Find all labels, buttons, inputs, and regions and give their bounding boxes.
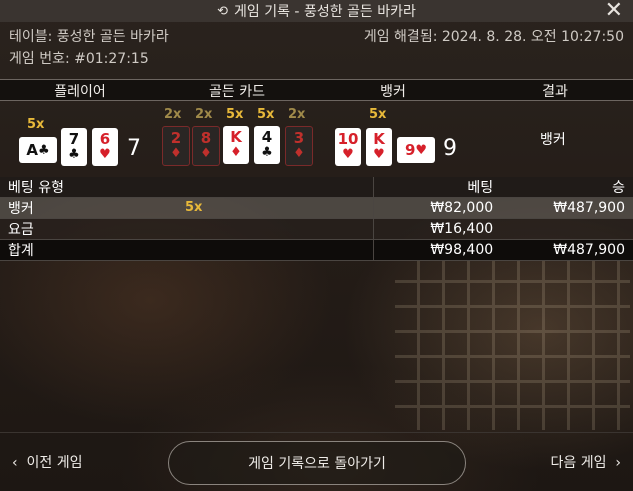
golden-multiplier-4: 5x bbox=[257, 107, 275, 122]
player-card-2: 7 ♣ bbox=[61, 128, 87, 166]
card-rank: K bbox=[230, 128, 242, 146]
bet-type-header: 베팅 유형 bbox=[0, 177, 374, 198]
card-rank: 8 bbox=[200, 129, 212, 147]
close-icon[interactable]: ✕ bbox=[605, 0, 623, 23]
card-suit: ♦ bbox=[230, 145, 242, 160]
golden-multiplier-3: 5x bbox=[226, 107, 244, 122]
bet-type-cell: 합계 bbox=[0, 239, 374, 261]
player-multiplier: 5x bbox=[27, 117, 45, 132]
table-row-total: 합계 ₩98,400 ₩487,900 bbox=[0, 239, 633, 261]
cards-row: 5x A ♣ 7 ♣ 6 ♥ 7 2x 2 ♦ 2x 8 ♦ 5x K ♦ 5x 4 ♣ 2x… bbox=[0, 102, 633, 174]
card-suit: ♦ bbox=[200, 146, 212, 161]
card-suit: ♥ bbox=[99, 147, 111, 162]
window-title: 게임 기록 - 풍성한 골든 바카라 bbox=[234, 4, 416, 20]
golden-card-4: 4 ♣ bbox=[254, 126, 280, 164]
game-number: 게임 번호: #01:27:15 bbox=[9, 51, 149, 67]
back-to-history-label: 게임 기록으로 돌아가기 bbox=[248, 456, 386, 472]
bet-type-cell: 뱅커 5x bbox=[0, 197, 374, 219]
card-rank: 9 bbox=[404, 140, 416, 159]
card-rank: K bbox=[373, 130, 385, 148]
table-name: 테이블: 풍성한 골든 바카라 bbox=[9, 29, 169, 45]
card-rank: 6 bbox=[99, 130, 111, 148]
card-rank: 4 bbox=[261, 128, 273, 146]
win-header: 승 bbox=[501, 177, 633, 198]
history-icon: ⟲ bbox=[217, 3, 229, 19]
bet-multiplier-badge: 5x bbox=[185, 200, 203, 215]
bets-header-row: 베팅 유형 베팅 승 bbox=[0, 177, 633, 198]
table-row: 뱅커 5x ₩82,000 ₩487,900 bbox=[0, 197, 633, 219]
banker-score: 9 bbox=[443, 136, 457, 161]
golden-card-3: K ♦ bbox=[223, 126, 249, 164]
chevron-left-icon: ‹ bbox=[12, 455, 18, 471]
banker-card-3: 9 ♥ bbox=[397, 137, 435, 163]
bet-amount: ₩82,000 bbox=[373, 197, 502, 219]
resolved-time: 게임 해결됨: 2024. 8. 28. 오전 10:27:50 bbox=[364, 26, 624, 48]
game-info: 테이블: 풍성한 골든 바카라 게임 번호: #01:27:15 bbox=[9, 26, 169, 70]
card-suit: ♦ bbox=[293, 146, 305, 161]
result-header-label: 결과 bbox=[542, 84, 568, 100]
card-rank: 7 bbox=[68, 130, 80, 148]
player-header: 플레이어 bbox=[54, 84, 106, 100]
banker-card-1: 10 ♥ bbox=[335, 128, 361, 166]
card-suit: ♣ bbox=[261, 145, 273, 160]
player-card-3: 6 ♥ bbox=[92, 128, 118, 166]
table-row: 요금 ₩16,400 bbox=[0, 218, 633, 240]
card-suit: ♣ bbox=[37, 142, 50, 158]
card-suit: ♣ bbox=[68, 147, 80, 162]
bet-amount: ₩98,400 bbox=[373, 239, 502, 261]
golden-multiplier-5: 2x bbox=[288, 107, 306, 122]
bet-type-cell: 요금 bbox=[0, 218, 374, 240]
card-rank: 3 bbox=[293, 129, 305, 147]
player-score: 7 bbox=[127, 136, 141, 161]
win-amount: ₩487,900 bbox=[501, 239, 633, 261]
card-suit: ♦ bbox=[170, 146, 182, 161]
resolved-text: 게임 해결됨: 2024. 8. 28. 오전 10:27:50 bbox=[363, 29, 624, 45]
golden-card-5: 3 ♦ bbox=[285, 126, 313, 166]
footer-nav: ‹ 이전 게임 게임 기록으로 돌아가기 다음 게임 › bbox=[0, 432, 633, 491]
title-bar: ⟲ 게임 기록 - 풍성한 골든 바카라 ✕ bbox=[0, 0, 633, 23]
chevron-right-icon: › bbox=[615, 455, 621, 471]
next-game-label: 다음 게임 bbox=[550, 455, 607, 471]
golden-card-2: 8 ♦ bbox=[192, 126, 220, 166]
player-card-1: A ♣ bbox=[19, 137, 57, 163]
banker-multiplier: 5x bbox=[369, 107, 387, 122]
result-value: 뱅커 bbox=[540, 132, 566, 148]
next-game-button[interactable]: 다음 게임 › bbox=[551, 452, 622, 472]
card-rank: A bbox=[26, 140, 38, 159]
result-header: 플레이어 골든 카드 뱅커 결과 bbox=[0, 79, 633, 101]
bet-type: 뱅커 bbox=[8, 201, 34, 217]
card-suit: ♥ bbox=[373, 147, 385, 162]
card-suit: ♥ bbox=[342, 147, 354, 162]
game-history-panel: ⟲ 게임 기록 - 풍성한 골든 바카라 ✕ 테이블: 풍성한 골든 바카라 게… bbox=[0, 0, 633, 491]
previous-game-label: 이전 게임 bbox=[26, 455, 83, 471]
win-amount bbox=[501, 218, 633, 240]
golden-multiplier-1: 2x bbox=[164, 107, 182, 122]
card-rank: 2 bbox=[170, 129, 182, 147]
banker-card-2: K ♥ bbox=[366, 128, 392, 166]
bets-table: 베팅 유형 베팅 승 뱅커 5x ₩82,000 ₩487,900 요금 ₩16,… bbox=[0, 177, 633, 261]
bet-header: 베팅 bbox=[373, 177, 502, 198]
previous-game-button[interactable]: ‹ 이전 게임 bbox=[12, 452, 83, 472]
golden-card-header: 골든 카드 bbox=[209, 84, 265, 100]
background-lattice bbox=[395, 255, 630, 430]
golden-multiplier-2: 2x bbox=[195, 107, 213, 122]
card-suit: ♥ bbox=[415, 142, 428, 158]
card-rank: 10 bbox=[337, 130, 359, 148]
banker-header: 뱅커 bbox=[380, 84, 406, 100]
golden-card-1: 2 ♦ bbox=[162, 126, 190, 166]
back-to-history-button[interactable]: 게임 기록으로 돌아가기 bbox=[168, 441, 466, 485]
bet-amount: ₩16,400 bbox=[373, 218, 502, 240]
win-amount: ₩487,900 bbox=[501, 197, 633, 219]
